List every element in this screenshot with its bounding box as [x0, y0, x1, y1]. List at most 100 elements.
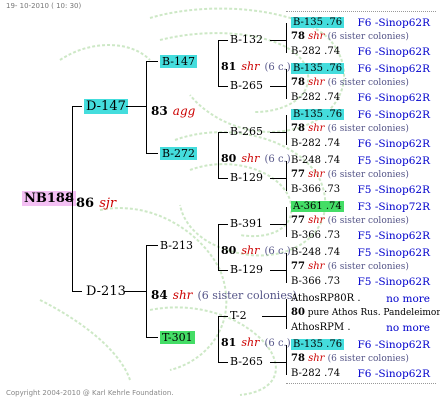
g4-top-code-0: B-135 .76 [291, 17, 345, 28]
gen2-info-0: 81 shr (6 c.) [221, 55, 291, 74]
g3-out-1 [270, 86, 286, 87]
gen3-tick-0 [218, 40, 228, 41]
g4-note-1: (6 sister colonies) [327, 78, 409, 88]
g4-bot-5[interactable]: B-366 .73 [291, 276, 340, 287]
g4-mark-3: shr [308, 169, 325, 180]
g4-bot-1[interactable]: B-282 .74 [291, 92, 340, 103]
gen1-node-1[interactable]: D-213 [86, 284, 126, 299]
g4-top-f-0: F6 -Sinop62R [357, 17, 430, 29]
gen2-year-3: 81 [221, 336, 237, 349]
gen2-mark-2: shr [241, 244, 260, 257]
gen1-mark-1: shr [172, 288, 193, 302]
g4-bot-0[interactable]: B-282 .74 [291, 46, 340, 57]
g4-bracket-3 [286, 161, 287, 191]
gen3-tick-3 [218, 178, 228, 179]
gen3-node-4[interactable]: B-391 [230, 217, 263, 230]
g4-top-5[interactable]: B-248 .74 [291, 247, 340, 258]
g4-top-1[interactable]: B-135 .76 [291, 63, 345, 74]
g4-bot-4[interactable]: B-366 .73 [291, 230, 340, 241]
g4-top-f-6: no more [386, 293, 430, 305]
gen3-node-2[interactable]: B-265 [230, 125, 263, 138]
gen2-node-2[interactable]: B-213 [160, 239, 193, 252]
gen3-node-0[interactable]: B-132 [230, 33, 263, 46]
g3-out-7 [270, 362, 286, 363]
g4-mark-5: shr [308, 261, 325, 272]
gen3-bracket-0 [218, 40, 219, 86]
g4-top-f-7: F6 -Sinop62R [357, 339, 430, 351]
g4-top-f-3: F5 -Sinop62R [357, 155, 430, 167]
gen3-node-6[interactable]: T-2 [230, 309, 247, 322]
g4-top-code-1: B-135 .76 [291, 63, 345, 74]
g4-top-f-4: F3 -Sinop72R [357, 201, 430, 213]
gen1-info-0: 83 agg [151, 100, 195, 119]
g4-bracket-0 [286, 23, 287, 53]
gen1-mark-0: agg [172, 104, 196, 118]
gen1-year-0: 83 [151, 104, 168, 118]
g4-bot-f-3: F5 -Sinop62R [357, 184, 430, 196]
g4-top-f-1: F6 -Sinop62R [357, 63, 430, 75]
gen3-node-7[interactable]: B-265 [230, 355, 263, 368]
g4-bracket-6 [286, 299, 287, 329]
g4-bot-f-7: F6 -Sinop62R [357, 368, 430, 380]
gen3-node-3[interactable]: B-129 [230, 171, 263, 184]
g4-bot-6[interactable]: AthosRPM . [291, 322, 351, 333]
g4-year-5: 77 [291, 261, 305, 272]
g4-bot-2[interactable]: B-282 .74 [291, 138, 340, 149]
gen2-info-2: 80 shr (6 c.) [221, 239, 291, 258]
g4-top-6[interactable]: AthosRP80R . [291, 293, 361, 304]
root-info: 86 sjr [76, 192, 116, 211]
g4-mark-2: shr [308, 123, 325, 134]
g4-bot-3[interactable]: B-366 .73 [291, 184, 340, 195]
g3-out-0 [270, 40, 286, 41]
gen3-node-5[interactable]: B-129 [230, 263, 263, 276]
g4-bottom-border [286, 383, 436, 384]
g4-top-border [286, 11, 436, 12]
g4-mid-0: 78 shr (6 sister colonies) [291, 31, 409, 42]
g4-year-6: 80 [291, 307, 305, 318]
g4-bot-f-4: F5 -Sinop62R [357, 230, 430, 242]
gen2-info-3: 81 shr (6 c.) [221, 331, 291, 350]
root-mark: sjr [99, 196, 117, 211]
gen2-tick-3 [146, 337, 158, 338]
root-year: 86 [76, 196, 95, 211]
gen2-node-1[interactable]: B-272 [160, 147, 197, 160]
g4-mid-2: 78 shr (6 sister colonies) [291, 123, 409, 134]
gen2-mark-3: shr [241, 336, 260, 349]
gen3-tick-2 [218, 132, 228, 133]
g4-top-0[interactable]: B-135 .76 [291, 17, 345, 28]
gen1-code-1: D-213 [86, 284, 126, 299]
g4-top-3[interactable]: B-248 .74 [291, 155, 340, 166]
gen2-node-3[interactable]: T-301 [160, 331, 195, 344]
g4-bot-f-2: F6 -Sinop62R [357, 138, 430, 150]
g3-out-2 [270, 132, 286, 133]
g4-bot-f-0: F6 -Sinop62R [357, 46, 430, 58]
g4-bracket-1 [286, 69, 287, 99]
gen2-tick-1 [146, 153, 158, 154]
gen2-year-0: 81 [221, 60, 237, 73]
g4-year-7: 78 [291, 353, 305, 364]
gen2-code-0: B-147 [160, 55, 197, 68]
g4-note-2: (6 sister colonies) [327, 124, 409, 134]
gen1-1-line [124, 291, 146, 292]
gen3-tick-4 [218, 224, 228, 225]
g4-top-7[interactable]: B-135 .76 [291, 339, 345, 350]
g4-top-f-5: F5 -Sinop62R [357, 247, 430, 259]
gen1-node-0[interactable]: D-147 [84, 99, 128, 114]
g3-out-3 [270, 178, 286, 179]
g4-year-3: 77 [291, 169, 305, 180]
gen2-bracket-1 [146, 245, 147, 338]
gen2-node-0[interactable]: B-147 [160, 55, 197, 68]
gen3-tick-7 [218, 362, 228, 363]
g4-bot-7[interactable]: B-282 .74 [291, 368, 340, 379]
g4-note-5: (6 sister colonies) [327, 262, 409, 272]
g4-top-code-4: A-361 .74 [291, 201, 344, 212]
g4-bracket-2 [286, 115, 287, 145]
g4-top-2[interactable]: B-135 .76 [291, 109, 345, 120]
g4-top-4[interactable]: A-361 .74 [291, 201, 344, 212]
gen2-tick-0 [146, 61, 158, 62]
gen2-tick-2 [146, 245, 158, 246]
g4-bracket-7 [286, 345, 287, 375]
g3-out-4 [270, 224, 286, 225]
gen3-node-1[interactable]: B-265 [230, 79, 263, 92]
gen3-bracket-3 [218, 316, 219, 362]
